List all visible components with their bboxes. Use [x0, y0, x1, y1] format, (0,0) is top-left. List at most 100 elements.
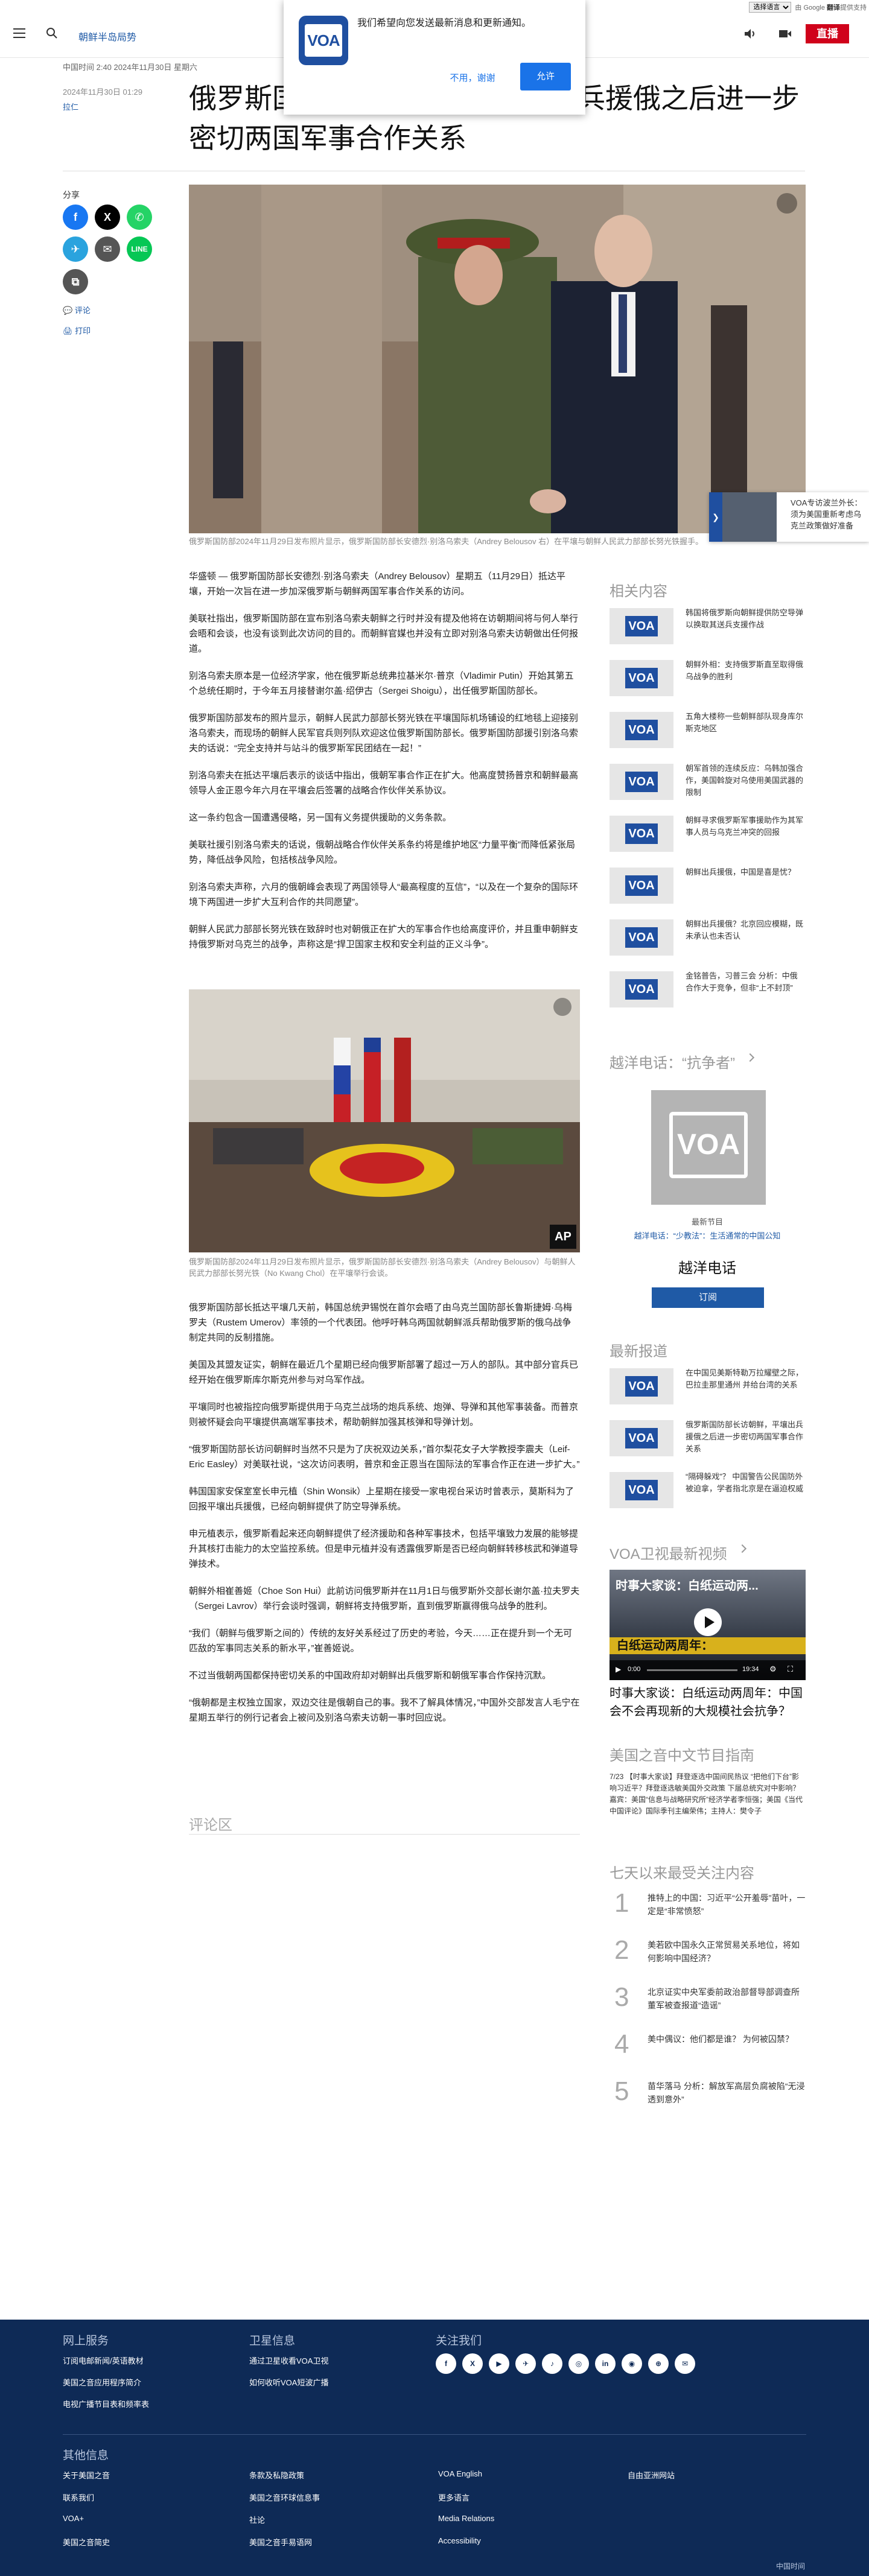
- telegram-share-icon[interactable]: ✈: [63, 236, 88, 262]
- video-player[interactable]: 时事大家谈：白纸运动两... 白纸运动两周年： ▶ 0:00 19:34 ⚙ ⛶: [610, 1570, 806, 1680]
- tiktok-icon[interactable]: ♪: [542, 2353, 562, 2374]
- rank-number: 2: [614, 1935, 629, 1965]
- paragraph: 俄罗斯国防部长抵达平壤几天前，韩国总统尹锡悦在首尔会晤了由乌克兰国防部长鲁斯捷姆…: [189, 1302, 572, 1343]
- footer-link[interactable]: 社论: [249, 2514, 265, 2525]
- subscribe-button[interactable]: 订阅: [652, 1287, 764, 1308]
- most-viewed-item[interactable]: 美若欧中国永久正常贸易关系地位，将如何影响中国经济？: [648, 1938, 806, 1965]
- footer-link[interactable]: VOA English: [438, 2469, 482, 2478]
- footer-link[interactable]: 美国之音应用程序简介: [63, 2376, 141, 2388]
- rss-icon[interactable]: ◉: [622, 2353, 642, 2374]
- print-link[interactable]: 🖨 打印: [63, 325, 91, 336]
- paragraph: 别洛乌索夫在抵达平壤后表示的谈话中指出，俄朝军事合作正在扩大。他高度赞扬普京和朝…: [189, 770, 579, 796]
- email-icon[interactable]: ✉: [675, 2353, 695, 2374]
- x-icon[interactable]: X: [462, 2353, 483, 2374]
- settings-icon[interactable]: ⚙: [769, 1664, 777, 1674]
- paragraph: 申元植表示，俄罗斯看起来还向朝鲜提供了经济援助和各种军事技术，包括平壤致力发展的…: [189, 1529, 579, 1569]
- podcast-heading[interactable]: 越洋电话：“抗争者”: [610, 1051, 755, 1072]
- related-item[interactable]: VOA 五角大楼称一些朝鲜部队现身库尔斯克地区: [610, 709, 805, 749]
- promo-text: VOA专访波兰外长：须为美国重新考虑乌克兰政策做好准备: [791, 498, 862, 530]
- podcast-icon[interactable]: ⊕: [648, 2353, 669, 2374]
- comments-divider: [189, 1834, 580, 1835]
- facebook-icon[interactable]: f: [436, 2353, 456, 2374]
- hero-photo[interactable]: [189, 185, 806, 533]
- whatsapp-share-icon[interactable]: ✆: [127, 205, 152, 230]
- instagram-icon[interactable]: ◎: [568, 2353, 589, 2374]
- footer-link[interactable]: 订阅电邮新闻/英语教材: [63, 2355, 144, 2366]
- podcast-cover[interactable]: VOA: [651, 1090, 766, 1205]
- footer-follow-heading: 关注我们: [436, 2335, 482, 2347]
- x-share-icon[interactable]: X: [95, 205, 120, 230]
- footer-link[interactable]: 条款及私隐政策: [249, 2469, 304, 2481]
- footer-link[interactable]: VOA+: [63, 2514, 84, 2523]
- footer-link[interactable]: 美国之音环球信息事: [249, 2492, 320, 2503]
- thumbnail: VOA: [610, 764, 673, 800]
- footer-link[interactable]: 美国之音手易语网: [249, 2536, 312, 2548]
- comments-link[interactable]: 💬 评论: [63, 304, 91, 316]
- decline-button[interactable]: 不用，谢谢: [439, 66, 506, 90]
- video-icon[interactable]: [778, 28, 792, 40]
- voa-app-logo: VOA: [299, 16, 348, 65]
- collapse-arrow-icon[interactable]: ❯: [709, 492, 722, 542]
- video-heading[interactable]: VOA卫视最新视频: [610, 1542, 746, 1563]
- paragraph: 朝鲜人民武力部部长努光铁在致辞时也对朝俄正在扩大的军事合作也给高度评价，并且重申…: [189, 924, 579, 950]
- related-item[interactable]: VOA 朝鲜寻求俄罗斯军事援助作为其军事人员与乌克兰冲突的回报: [610, 813, 805, 853]
- related-item[interactable]: VOA 朝军首领的连续反应：乌韩加强合作，美国斡旋对乌使用美国武器的限制: [610, 761, 805, 801]
- email-share-icon[interactable]: ✉: [95, 236, 120, 262]
- video-progress-bar[interactable]: [647, 1669, 737, 1671]
- footer-link[interactable]: Media Relations: [438, 2514, 494, 2523]
- latest-item[interactable]: VOA 在中国见美斯特勒万拉耀壁之际，巴拉圭那里通州 并给台湾的关系: [610, 1366, 805, 1406]
- most-viewed-item[interactable]: 推特上的中国：习近平“公开羞辱”苗叶，一定是“非常愤怒”: [648, 1891, 806, 1918]
- footer-link[interactable]: 自由亚洲网站: [628, 2469, 675, 2481]
- expand-photo-icon[interactable]: [777, 193, 797, 214]
- related-item[interactable]: VOA 朝鲜外相：支持俄罗斯直至取得俄乌战争的胜利: [610, 658, 805, 697]
- podcast-name: 越洋电话: [678, 1260, 736, 1277]
- latest-item[interactable]: VOA 俄罗斯国防部长访朝鲜，平壤出兵援俄之后进一步密切两国军事合作关系: [610, 1418, 805, 1458]
- thumbnail: VOA: [610, 608, 673, 644]
- most-viewed-item[interactable]: 美中偶议：他们都是谁？ 为何被囚禁？: [648, 2032, 806, 2046]
- footer-link[interactable]: 通过卫星收看VOA卫视: [249, 2355, 328, 2366]
- footer-link[interactable]: 关于美国之音: [63, 2469, 110, 2481]
- telegram-icon[interactable]: ✈: [515, 2353, 536, 2374]
- search-icon[interactable]: [46, 27, 58, 39]
- footer-link[interactable]: 如何收听VOA短波广播: [249, 2376, 328, 2388]
- paragraph: 美国及其盟友证实，朝鲜在最近几个星期已经向俄罗斯部署了超过一万人的部队。其中部分…: [189, 1360, 579, 1385]
- footer-link[interactable]: 美国之音简史: [63, 2536, 110, 2548]
- hamburger-menu-icon[interactable]: [13, 28, 25, 38]
- facebook-share-icon[interactable]: f: [63, 205, 88, 230]
- podcast-episode-link[interactable]: 越洋电话：“少教法”：生活通常的中国公知: [610, 1229, 805, 1241]
- line-share-icon[interactable]: LINE: [127, 236, 152, 262]
- section-link[interactable]: 朝鲜半岛局势: [78, 29, 136, 43]
- footer-link[interactable]: 电视广播节目表和频率表: [63, 2398, 149, 2409]
- footer-link[interactable]: Accessibility: [438, 2536, 481, 2545]
- copy-link-icon[interactable]: ⧉: [63, 269, 88, 294]
- promo-thumbnail: [722, 492, 777, 542]
- related-item[interactable]: VOA 金铭普告，习普三会 分析：中俄合作大于竞争，但非“上不封顶”: [610, 969, 805, 1009]
- video-title[interactable]: 时事大家谈：白纸运动两周年：中国会不会再现新的大规模社会抗争？: [610, 1684, 806, 1721]
- site-footer: 网上服务 订阅电邮新闻/英语教材 美国之音应用程序简介 电视广播节目表和频率表 …: [0, 2320, 869, 2576]
- most-viewed-item[interactable]: 北京证实中央军委前政治部督导部调查所董军被查报道“造谣”: [648, 1985, 806, 2012]
- paragraph: 华盛顿 — 俄罗斯国防部长安德烈·别洛乌索夫（Andrey Belousov）星…: [189, 571, 565, 597]
- language-select[interactable]: 选择语言: [749, 2, 792, 13]
- floating-promo[interactable]: ❯ VOA专访波兰外长：须为美国重新考虑乌克兰政策做好准备: [709, 492, 869, 542]
- latest-item[interactable]: VOA “隔碍躲戏”？ 中国警告公民国防外被迫拿，学者指北京是在逼迫权威: [610, 1470, 805, 1509]
- author-link[interactable]: 拉仁: [63, 101, 78, 112]
- fullscreen-icon[interactable]: ⛶: [788, 1664, 793, 1674]
- footer-link[interactable]: 更多语言: [438, 2492, 470, 2503]
- play-button-icon[interactable]: [694, 1608, 722, 1636]
- related-item[interactable]: VOA 朝鲜出兵援俄？北京回应模糊，既未承认也未否认: [610, 917, 805, 957]
- play-control-icon[interactable]: ▶: [616, 1665, 621, 1673]
- video-current-time: 0:00: [628, 1666, 641, 1673]
- most-viewed-item[interactable]: 苗华落马 分析：解放军高层负腐被陷“无浸透到意外”: [648, 2080, 806, 2106]
- live-button[interactable]: 直播: [806, 24, 849, 43]
- publish-date: 2024年11月30日 01:29: [63, 87, 143, 97]
- related-item[interactable]: VOA 朝鲜出兵援俄，中国是喜是忧？: [610, 865, 805, 905]
- meeting-photo[interactable]: AP: [189, 989, 580, 1252]
- allow-button[interactable]: 允许: [520, 63, 571, 90]
- related-item[interactable]: VOA 韩国将俄罗斯向朝鲜提供防空导弹 以换取其送兵支援作战: [610, 606, 805, 646]
- expand-photo-icon[interactable]: [553, 998, 571, 1016]
- audio-icon[interactable]: [743, 28, 757, 40]
- youtube-icon[interactable]: ▶: [489, 2353, 509, 2374]
- thumbnail: VOA: [610, 1472, 673, 1508]
- linkedin-icon[interactable]: in: [595, 2353, 616, 2374]
- footer-link[interactable]: 联系我们: [63, 2492, 94, 2503]
